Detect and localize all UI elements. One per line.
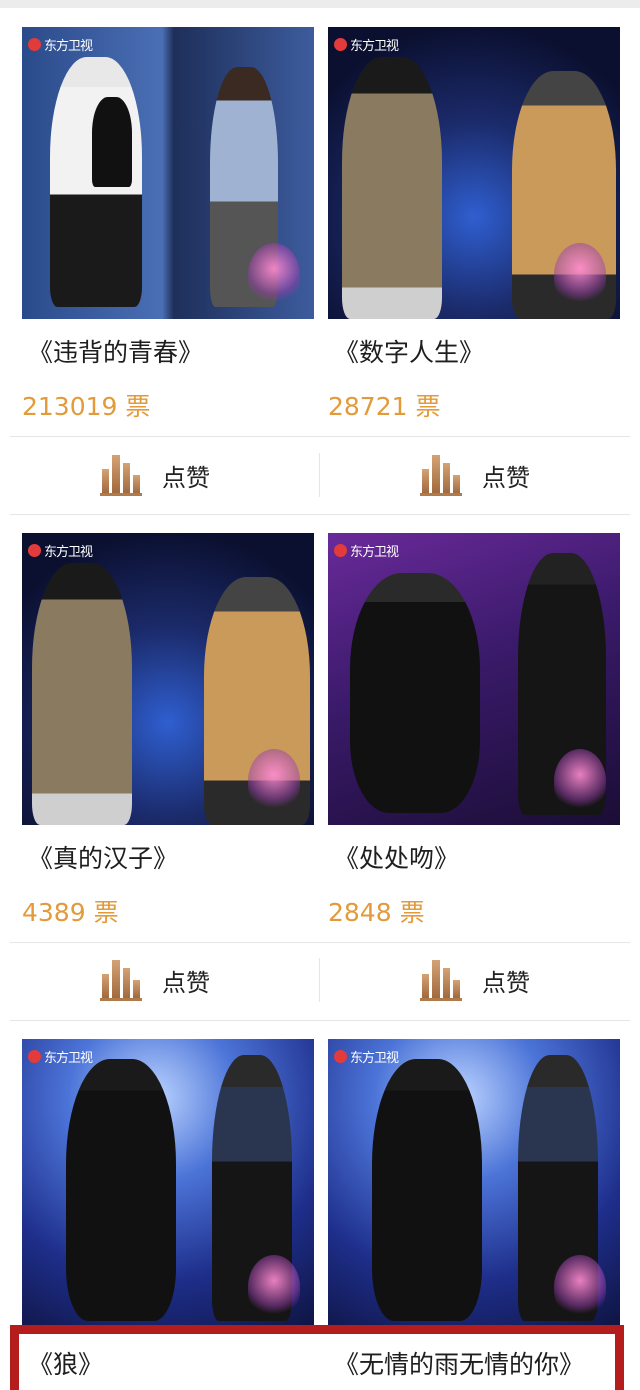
show-watermark <box>248 243 300 307</box>
divider <box>10 514 630 515</box>
song-title: 《真的汉子》 <box>28 844 179 873</box>
vote-number: 213019 <box>22 392 118 421</box>
vote-count: 4389 票 <box>22 893 119 929</box>
vote-unit: 票 <box>93 898 119 927</box>
vote-count: 28721 票 <box>328 387 441 423</box>
channel-logo: 东方卫视 <box>28 1047 93 1066</box>
divider <box>319 958 320 1002</box>
vote-number: 4389 <box>22 898 86 927</box>
channel-logo: 东方卫视 <box>334 1047 399 1066</box>
top-strip <box>0 0 640 8</box>
divider <box>10 942 630 943</box>
bar-chart-icon <box>100 959 142 1001</box>
show-watermark <box>554 749 606 813</box>
like-button[interactable]: 点赞 <box>420 958 530 1002</box>
song-title: 《数字人生》 <box>334 338 485 367</box>
bar-chart-icon <box>420 454 462 496</box>
tv-channel-logo-icon <box>28 1050 41 1063</box>
channel-logo-text: 东方卫视 <box>350 1051 399 1066</box>
tv-channel-logo-icon <box>334 544 347 557</box>
channel-logo-text: 东方卫视 <box>44 1051 93 1066</box>
show-watermark <box>554 1255 606 1319</box>
vote-unit: 票 <box>399 898 425 927</box>
tv-channel-logo-icon <box>334 38 347 51</box>
performance-photo[interactable]: 东方卫视 <box>22 27 314 319</box>
channel-logo-text: 东方卫视 <box>44 39 93 54</box>
song-title: 《违背的青春》 <box>28 338 204 367</box>
like-button[interactable]: 点赞 <box>420 453 530 497</box>
channel-logo-text: 东方卫视 <box>44 545 93 560</box>
vote-unit: 票 <box>125 392 151 421</box>
bar-chart-icon <box>100 454 142 496</box>
performance-photo[interactable]: 东方卫视 <box>328 27 620 319</box>
divider <box>10 1020 630 1021</box>
channel-logo: 东方卫视 <box>334 35 399 54</box>
like-button[interactable]: 点赞 <box>100 958 210 1002</box>
song-title: 《处处吻》 <box>334 844 460 873</box>
like-label: 点赞 <box>162 968 210 997</box>
tv-channel-logo-icon <box>28 544 41 557</box>
show-watermark <box>248 1255 300 1319</box>
channel-logo: 东方卫视 <box>28 35 93 54</box>
show-watermark <box>554 243 606 307</box>
channel-logo-text: 东方卫视 <box>350 545 399 560</box>
channel-logo: 东方卫视 <box>28 541 93 560</box>
tv-channel-logo-icon <box>28 38 41 51</box>
channel-logo-text: 东方卫视 <box>350 39 399 54</box>
tv-channel-logo-icon <box>334 1050 347 1063</box>
like-label: 点赞 <box>162 463 210 492</box>
vote-count: 213019 票 <box>22 387 150 423</box>
bar-chart-icon <box>420 959 462 1001</box>
like-button[interactable]: 点赞 <box>100 453 210 497</box>
vote-number: 2848 <box>328 898 392 927</box>
like-label: 点赞 <box>482 463 530 492</box>
channel-logo: 东方卫视 <box>334 541 399 560</box>
performance-photo[interactable]: 东方卫视 <box>22 1039 314 1331</box>
vote-count: 2848 票 <box>328 893 425 929</box>
performance-photo[interactable]: 东方卫视 <box>328 1039 620 1331</box>
vote-unit: 票 <box>415 392 441 421</box>
song-title: 《无情的雨无情的你》 <box>334 1350 585 1379</box>
show-watermark <box>248 749 300 813</box>
like-label: 点赞 <box>482 968 530 997</box>
divider <box>10 436 630 437</box>
song-title: 《狼》 <box>28 1350 104 1379</box>
performance-photo[interactable]: 东方卫视 <box>22 533 314 825</box>
divider <box>319 453 320 497</box>
vote-number: 28721 <box>328 392 408 421</box>
performance-photo[interactable]: 东方卫视 <box>328 533 620 825</box>
